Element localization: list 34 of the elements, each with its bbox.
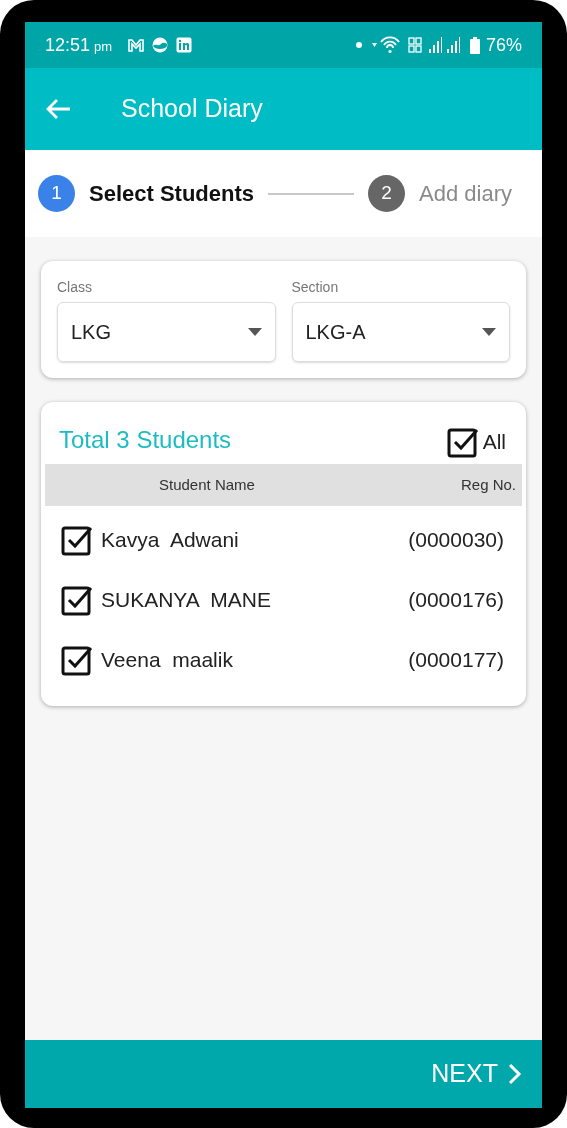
wifi-icon [371,36,402,54]
battery-percent: 76% [485,33,522,57]
reg-number: (0000177) [408,647,504,674]
step-label: Select Students [89,180,255,208]
linkedin-icon [176,37,193,53]
select-all-checkbox[interactable]: All [446,426,506,458]
app-title: School Diary [121,93,263,125]
field-label: Class [57,278,93,297]
reg-number: (0000030) [408,527,504,554]
dropdown-caret-icon [482,328,496,336]
chevron-right-icon [508,1063,522,1085]
student-name: SUKANYA MANE [101,587,271,614]
row-checkbox[interactable] [61,524,93,556]
step-number[interactable]: 2 [368,175,406,212]
battery-icon [469,36,480,54]
app-icon [152,37,169,53]
column-header: Reg No. [460,474,516,495]
row-checkbox[interactable] [61,644,93,676]
mail-icon [128,38,145,52]
dropdown-field[interactable]: LKG [57,302,276,362]
reg-number: (0000176) [408,587,504,614]
step-label: Add diary [419,180,512,208]
students-total: Total 3 Students [59,425,232,455]
status-time-suffix: pm [94,38,113,57]
column-header: Student Name [159,474,255,495]
status-time: 12:51 [45,33,91,57]
student-name: Kavya Adwani [101,527,239,554]
step-number[interactable]: 1 [38,175,75,212]
dropdown-caret-icon [247,328,262,336]
dot-icon [355,42,362,48]
field-label: Section [291,278,340,297]
dropdown-field[interactable]: LKG-A [291,302,510,362]
student-name: Veena maalik [101,647,233,674]
row-checkbox[interactable] [61,584,93,616]
